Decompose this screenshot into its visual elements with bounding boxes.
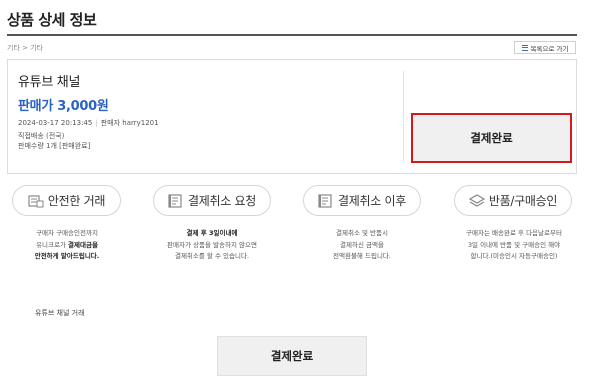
- step-description-line: 구매자는 배송완료 후 다음날로부터: [466, 229, 562, 237]
- payment-complete-button[interactable]: 결제완료: [411, 113, 572, 163]
- safe-trade-icon: [28, 194, 44, 207]
- step-description-line: 결제취소 및 반품시: [336, 229, 388, 237]
- step-safe-trade: 안전한 거래: [12, 185, 121, 216]
- meta-separator: |: [95, 119, 98, 127]
- step-title: 반품/구매승인: [488, 194, 558, 208]
- step-return-approval: 반품/구매승인: [454, 185, 572, 216]
- step-title: 결제취소 요청: [188, 194, 256, 208]
- step-description-line: 결제 후 3일이내에: [152, 228, 272, 240]
- approval-icon: [468, 193, 485, 207]
- step-description-text: 유니크로가: [36, 240, 69, 249]
- trade-caption: 유튜브 채널 거래: [35, 309, 85, 317]
- step-description-line: 결제취소를 할 수 있습니다.: [174, 252, 250, 260]
- cancel-request-icon: [168, 193, 182, 208]
- title-divider: [7, 34, 577, 36]
- after-cancel-icon: [318, 193, 332, 208]
- delivery-method: 직접배송 (전국): [18, 132, 65, 140]
- page-title: 상품 상세 정보: [7, 11, 97, 29]
- product-panel-divider: [403, 71, 404, 162]
- step-description-emphasis: 결제 후 3일이내에: [186, 229, 238, 237]
- product-price: 판매가 3,000원: [18, 99, 109, 114]
- step-title: 결제취소 이후: [338, 194, 406, 208]
- step-description-line: 안전하게 맡아드립니다.: [10, 251, 124, 263]
- step-description-line: 3일 이내에 반품 및 구매승인 해야: [467, 240, 561, 249]
- product-name: 유튜브 채널: [18, 75, 81, 90]
- step-after-cancel: 결제취소 이후: [303, 185, 421, 216]
- step-description: 결제취소 및 반품시 결제하신 금액을 전액환불해 드립니다.: [302, 228, 422, 263]
- list-icon: [521, 44, 528, 51]
- step-description-emphasis: 결제대금을: [68, 240, 98, 249]
- sale-quantity: 판매수량 1개 [판매완료]: [18, 142, 91, 150]
- step-description-emphasis: 안전하게 맡아드립니다.: [34, 252, 100, 260]
- step-description-line: 구매자 구매승인전까지: [36, 229, 98, 237]
- step-description: 구매자 구매승인전까지 유니크로가 결제대금을 안전하게 맡아드립니다.: [10, 228, 124, 263]
- step-title: 안전한 거래: [47, 194, 106, 208]
- payment-complete-bottom-button[interactable]: 결제완료: [217, 336, 367, 376]
- step-description: 구매자는 배송완료 후 다음날로부터 3일 이내에 반품 및 구매승인 해야 합…: [452, 228, 576, 263]
- step-description: 결제 후 3일이내에 판매자가 상품을 발송하지 않으면 결제취소를 할 수 있…: [152, 228, 272, 263]
- step-description-line: 유니크로가 결제대금을: [10, 240, 124, 252]
- seller-name: 판매자 harry1201: [100, 119, 159, 127]
- back-to-list-button[interactable]: 목록으로 가기: [514, 41, 576, 54]
- step-description-line: 전액환불해 드립니다.: [333, 252, 391, 260]
- breadcrumb[interactable]: 기타 > 기타: [7, 43, 43, 53]
- step-description-line: 판매자가 상품을 발송하지 않으면: [167, 240, 257, 249]
- product-meta: 2024-03-17 20:13:45 | 판매자 harry1201: [18, 118, 159, 128]
- listing-datetime: 2024-03-17 20:13:45: [18, 119, 93, 127]
- back-to-list-label: 목록으로 가기: [530, 44, 569, 53]
- step-description-line: 합니다.(미승인시 자동구매승인): [470, 252, 558, 260]
- step-cancel-request: 결제취소 요청: [153, 185, 271, 216]
- step-description-line: 결제하신 금액을: [340, 240, 384, 249]
